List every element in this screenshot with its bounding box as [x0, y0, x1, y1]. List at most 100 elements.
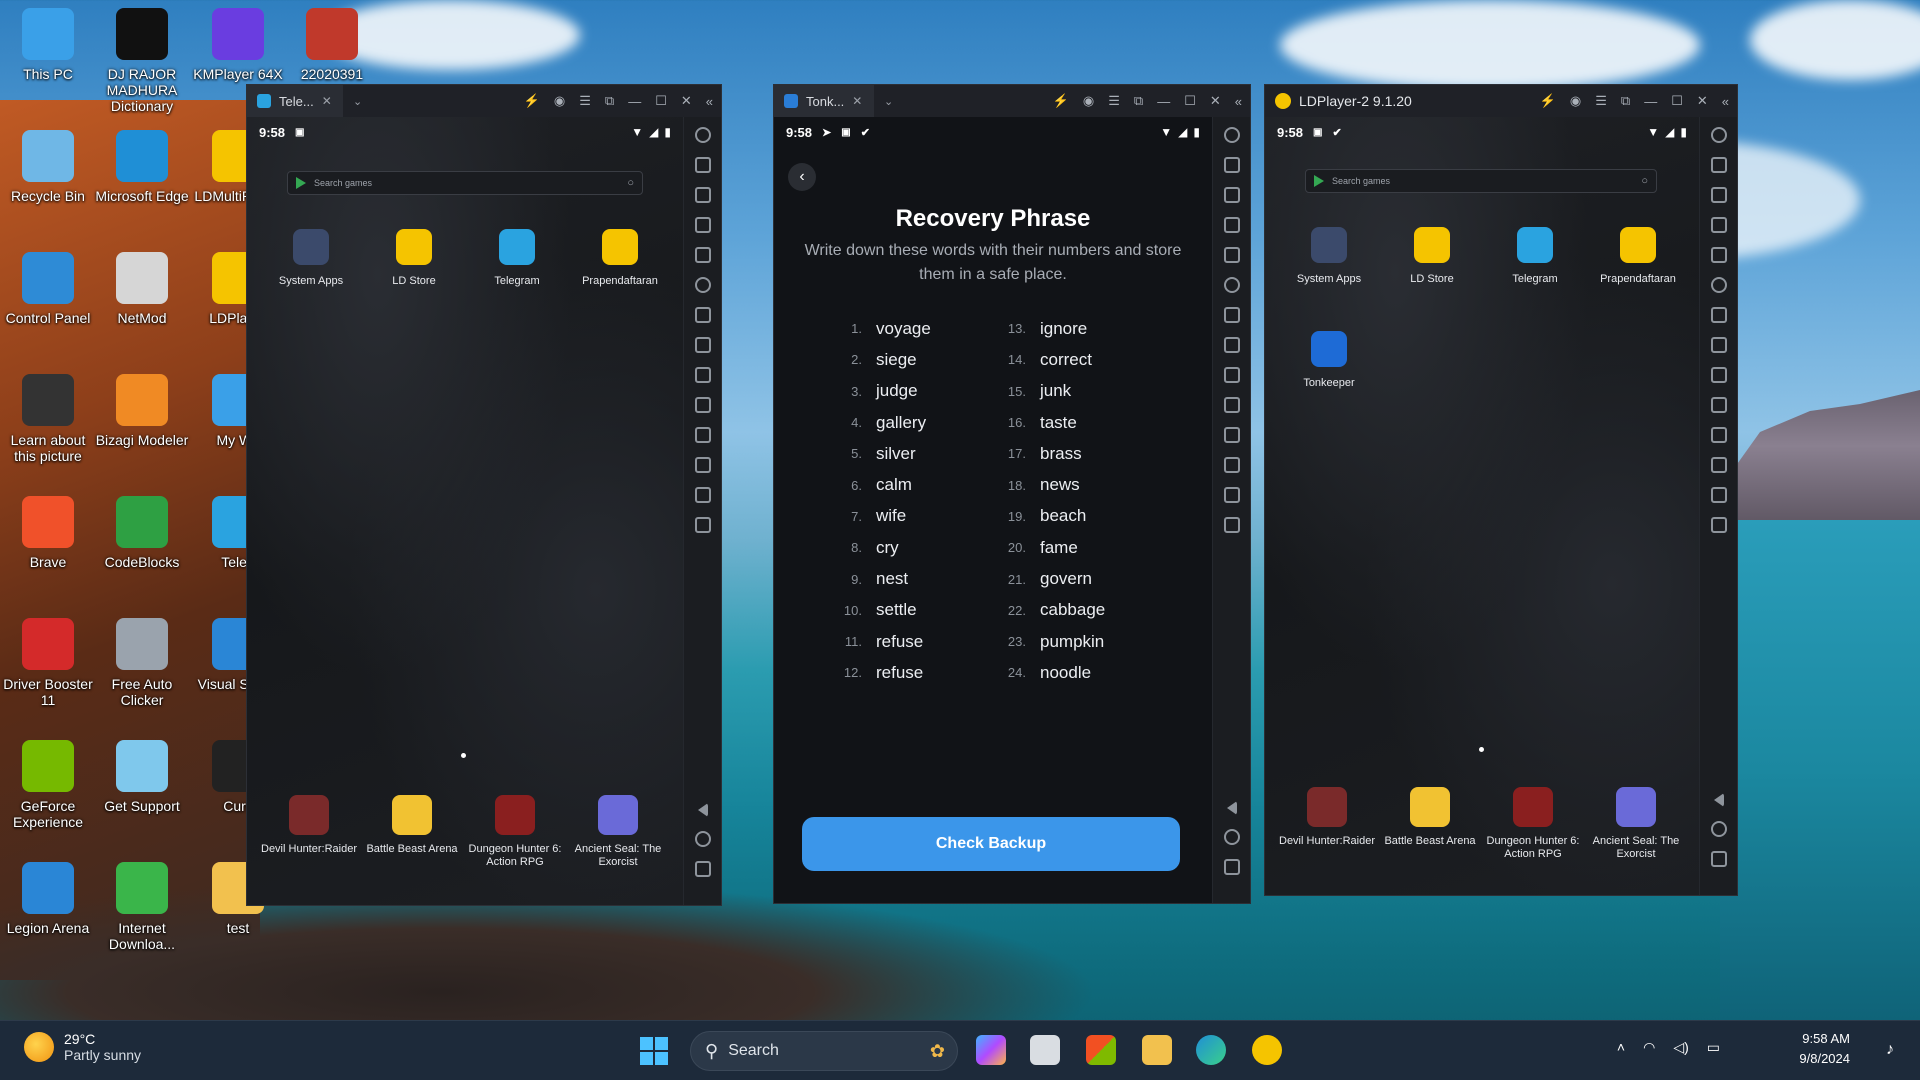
desktop-icon[interactable]: Learn about this picture	[0, 374, 96, 464]
check-backup-button[interactable]: Check Backup	[802, 817, 1180, 871]
ldplayer-taskbar-icon[interactable]	[1252, 1035, 1282, 1065]
app-shortcut[interactable]: LD Store	[1382, 227, 1482, 286]
minimize-icon[interactable]: —	[1157, 94, 1170, 109]
desktop-icon[interactable]: DJ RAJOR MADHURA Dictionary	[94, 8, 190, 114]
search-icon[interactable]: ○	[627, 177, 634, 189]
boost-icon[interactable]: ⚡	[1053, 93, 1069, 109]
android-screen[interactable]: 9:58 ▣ ▼ ◢ ▮ Search games ○ System Apps L…	[247, 117, 683, 905]
record-icon[interactable]	[1223, 397, 1240, 413]
game-shortcut[interactable]: Dungeon Hunter 6: Action RPG	[1481, 787, 1585, 861]
record-icon[interactable]	[694, 397, 711, 413]
home-icon[interactable]	[1223, 829, 1240, 845]
desktop-icon[interactable]: Bizagi Modeler	[94, 374, 190, 448]
game-shortcut[interactable]: Devil Hunter:Raider	[257, 795, 361, 856]
fullscreen-icon[interactable]	[1710, 247, 1727, 263]
folder-icon[interactable]	[694, 487, 711, 503]
app-shortcut[interactable]: LD Store	[364, 229, 464, 288]
recents-icon[interactable]	[694, 861, 711, 877]
taskbar-search[interactable]: ⚲ Search ✿	[690, 1031, 958, 1071]
window-titlebar[interactable]: Tonk... ✕ ⌄ ⚡ ◉ ☰ ⧉ — ☐ ✕ «	[774, 85, 1250, 117]
chevron-down-icon[interactable]: ⌄	[353, 95, 362, 108]
minimize-icon[interactable]: —	[1644, 94, 1657, 109]
restore-icon[interactable]: ⧉	[1621, 93, 1630, 109]
location-icon[interactable]	[1223, 277, 1240, 293]
settings-icon[interactable]	[1710, 127, 1727, 143]
install-apk-icon[interactable]	[1710, 307, 1727, 323]
volume-up-icon[interactable]	[1223, 187, 1240, 203]
search-icon[interactable]: ○	[1641, 175, 1648, 187]
desktop-icon[interactable]: Get Support	[94, 740, 190, 814]
folder-icon[interactable]	[1710, 487, 1727, 503]
notification-bell-icon[interactable]: ♪	[1886, 1041, 1894, 1059]
app-shortcut[interactable]: System Apps	[261, 229, 361, 288]
minimize-icon[interactable]: —	[628, 94, 641, 109]
task-view-icon[interactable]	[1030, 1035, 1060, 1065]
keyboard-icon[interactable]	[1223, 157, 1240, 173]
install-apk-icon[interactable]	[1223, 307, 1240, 323]
android-screen[interactable]: 9:58 ▣ ✔ ▼ ◢ ▮ Search games ○ System App…	[1265, 117, 1699, 895]
more-icon[interactable]	[1710, 517, 1727, 533]
desktop-icon[interactable]: GeForce Experience	[0, 740, 96, 830]
desktop-icon[interactable]: Free Auto Clicker	[94, 618, 190, 708]
shake-icon[interactable]	[1710, 457, 1727, 473]
window-tab[interactable]: Tele... ✕	[247, 85, 343, 117]
wifi-icon[interactable]: ◠	[1643, 1039, 1655, 1056]
microsoft-store-icon[interactable]	[1086, 1035, 1116, 1065]
app-shortcut[interactable]: Tonkeeper	[1279, 331, 1379, 390]
app-shortcut[interactable]: Telegram	[1485, 227, 1585, 286]
emulator-window-ldplayer2[interactable]: LDPlayer-2 9.1.20 ⚡ ◉ ☰ ⧉ — ☐ ✕ « 9:58 ▣…	[1264, 84, 1738, 896]
volume-icon[interactable]: ◁)	[1673, 1039, 1688, 1056]
install-apk-icon[interactable]	[694, 307, 711, 323]
maximize-icon[interactable]: ☐	[655, 93, 667, 109]
shake-icon[interactable]	[1223, 457, 1240, 473]
desktop-icon[interactable]: Legion Arena	[0, 862, 96, 936]
back-icon[interactable]	[697, 803, 708, 817]
more-icon[interactable]	[1223, 517, 1240, 533]
desktop-icon[interactable]: NetMod	[94, 252, 190, 326]
location-icon[interactable]	[1710, 277, 1727, 293]
recents-icon[interactable]	[1223, 859, 1240, 875]
volume-up-icon[interactable]	[694, 187, 711, 203]
shake-icon[interactable]	[694, 457, 711, 473]
restore-icon[interactable]: ⧉	[605, 93, 614, 109]
keyboard-icon[interactable]	[1710, 157, 1727, 173]
close-icon[interactable]: ✕	[1697, 93, 1708, 109]
account-icon[interactable]: ◉	[1570, 93, 1581, 109]
close-icon[interactable]: ✕	[1210, 93, 1221, 109]
desktop-icon[interactable]: Microsoft Edge	[94, 130, 190, 204]
home-icon[interactable]	[1710, 821, 1727, 837]
desktop-icon[interactable]: 22020391	[284, 8, 380, 82]
window-tab[interactable]: Tonk... ✕	[774, 85, 874, 117]
app-shortcut[interactable]: Prapendaftaran	[1588, 227, 1688, 286]
desktop-icon[interactable]: Brave	[0, 496, 96, 570]
folder-icon[interactable]	[1223, 487, 1240, 503]
close-tab-icon[interactable]: ✕	[852, 94, 862, 108]
window-titlebar[interactable]: Tele... ✕ ⌄ ⚡ ◉ ☰ ⧉ — ☐ ✕ «	[247, 85, 721, 117]
volume-down-icon[interactable]	[1223, 217, 1240, 233]
apk-icon[interactable]	[1710, 337, 1727, 353]
clock[interactable]: 9:58 AM 9/8/2024	[1799, 1029, 1850, 1069]
apk-icon[interactable]	[1223, 337, 1240, 353]
desktop-icon[interactable]: CodeBlocks	[94, 496, 190, 570]
location-icon[interactable]	[694, 277, 711, 293]
scissors-icon[interactable]	[1223, 367, 1240, 383]
volume-up-icon[interactable]	[1710, 187, 1727, 203]
desktop-icon[interactable]: Recycle Bin	[0, 130, 96, 204]
sync-icon[interactable]	[1710, 427, 1727, 443]
scissors-icon[interactable]	[1710, 367, 1727, 383]
desktop-icon[interactable]: Control Panel	[0, 252, 96, 326]
desktop-icon[interactable]: This PC	[0, 8, 96, 82]
back-icon[interactable]	[1226, 801, 1237, 815]
restore-icon[interactable]: ⧉	[1134, 93, 1143, 109]
copilot-icon[interactable]	[976, 1035, 1006, 1065]
menu-icon[interactable]: ☰	[579, 93, 591, 109]
fullscreen-icon[interactable]	[694, 247, 711, 263]
account-icon[interactable]: ◉	[1083, 93, 1094, 109]
game-shortcut[interactable]: Battle Beast Arena	[1378, 787, 1482, 848]
game-shortcut[interactable]: Ancient Seal: The Exorcist	[1584, 787, 1688, 861]
back-icon[interactable]	[1713, 793, 1724, 807]
start-button[interactable]	[640, 1037, 668, 1065]
game-shortcut[interactable]: Dungeon Hunter 6: Action RPG	[463, 795, 567, 869]
keyboard-icon[interactable]	[694, 157, 711, 173]
collapse-sidebar-icon[interactable]: «	[1722, 94, 1729, 109]
